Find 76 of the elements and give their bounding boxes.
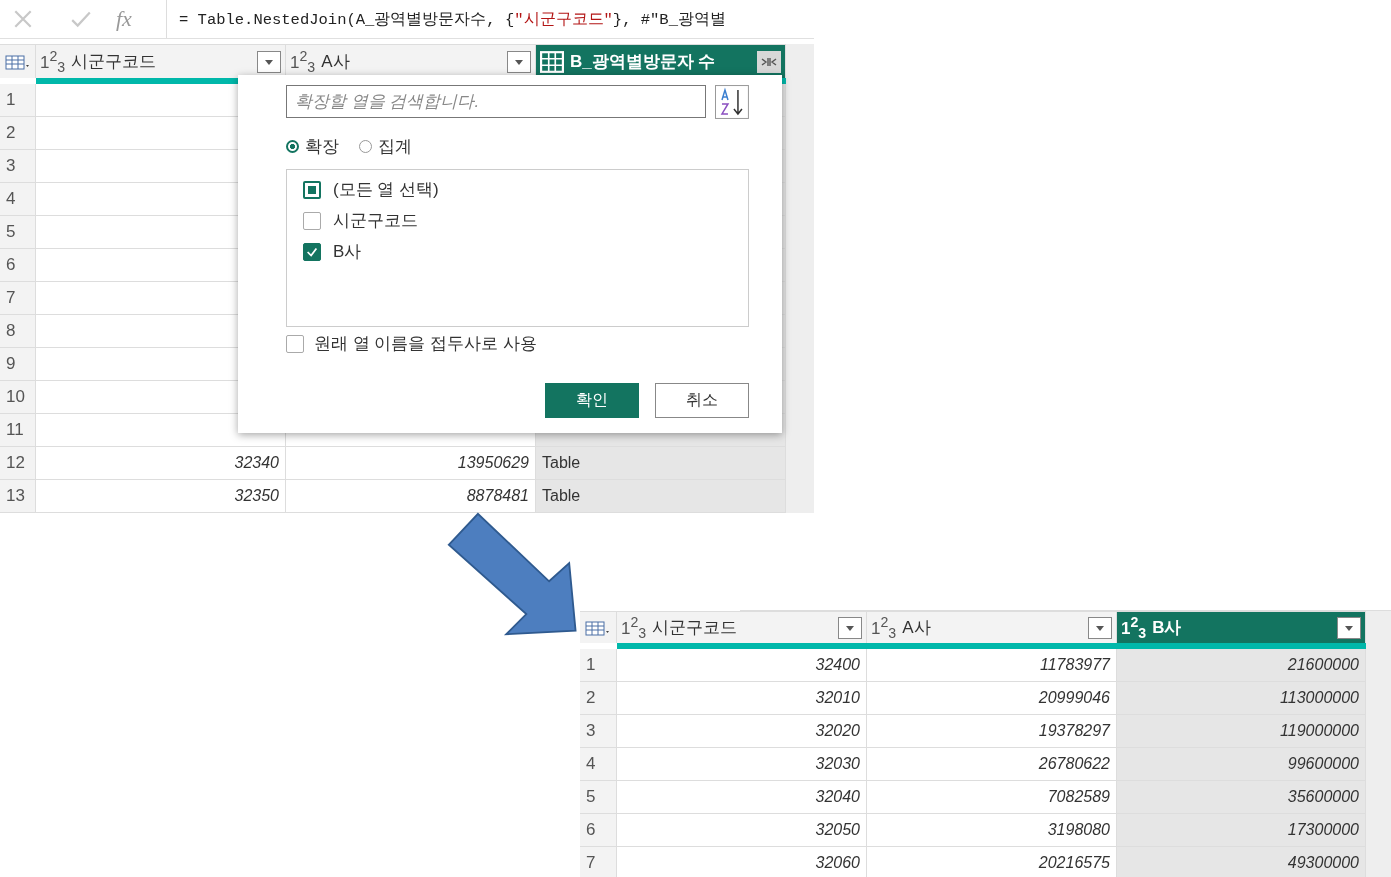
table-cell: 35600000 — [1117, 781, 1366, 814]
column-header[interactable]: 1$^{2}$$_{3}$ 시군구코드 — [617, 611, 867, 643]
dropdown-icon[interactable] — [507, 50, 531, 73]
sort-icon[interactable] — [715, 85, 749, 119]
column-name: B_광역별방문자 수 — [570, 51, 717, 73]
prefix-option-label[interactable]: 원래 열 이름을 접두사로 사용 — [314, 332, 537, 355]
column-header[interactable]: 1$^{2}$$_{3}$ B사 — [1117, 611, 1366, 643]
expand-icon[interactable] — [757, 50, 781, 73]
checkbox[interactable] — [303, 211, 321, 230]
table-cell: 119000000 — [1117, 715, 1366, 748]
table-cell: 32050 — [617, 814, 867, 847]
table-cell[interactable]: Table — [536, 447, 786, 480]
table-cell: 32020 — [617, 715, 867, 748]
column-option[interactable]: B사 — [333, 240, 362, 263]
table-cell: 113000000 — [1117, 682, 1366, 715]
dropdown-icon[interactable] — [257, 50, 281, 73]
table-cell: 32340 — [36, 447, 286, 480]
row-number: 12 — [0, 447, 36, 480]
column-name: B사 — [1152, 617, 1183, 639]
row-number: 4 — [580, 748, 617, 781]
ok-button[interactable]: 확인 — [545, 383, 639, 418]
checkbox[interactable] — [303, 180, 321, 199]
table-cell: 32030 — [617, 748, 867, 781]
row-number: 11 — [0, 414, 36, 447]
row-number: 1 — [580, 649, 617, 682]
checkbox[interactable] — [286, 334, 304, 353]
table-menu-button[interactable] — [580, 611, 617, 643]
table-cell: 32060 — [617, 847, 867, 877]
row-number: 3 — [580, 715, 617, 748]
row-number: 4 — [0, 183, 36, 216]
table-cell: 99600000 — [1117, 748, 1366, 781]
table-icon — [585, 618, 611, 637]
table-cell: 21600000 — [1117, 649, 1366, 682]
column-name: 시군구코드 — [71, 51, 158, 73]
table-icon — [540, 50, 564, 73]
row-number: 5 — [580, 781, 617, 814]
table-cell: 32010 — [617, 682, 867, 715]
table-icon — [4, 52, 31, 71]
row-number: 5 — [0, 216, 36, 249]
column-option[interactable]: (모든 열 선택) — [333, 178, 439, 201]
search-field[interactable]: 확장할 열을 검색합니다. — [286, 85, 707, 118]
row-number: 3 — [0, 150, 36, 183]
column-header[interactable]: 1$^{2}$$_{3}$ A사 — [867, 611, 1117, 643]
table-cell: 32040 — [617, 781, 867, 814]
table-cell: 17300000 — [1117, 814, 1366, 847]
formula-field[interactable]: = Table.NestedJoin(A_광역별방문자수, {"시군구코드"}, #"B_광역별 — [166, 0, 814, 38]
table-cell: 32400 — [617, 649, 867, 682]
column-name: A사 — [321, 51, 351, 73]
table-cell: 49300000 — [1117, 847, 1366, 877]
row-number: 1 — [0, 84, 36, 117]
row-number: 2 — [0, 117, 36, 150]
column-name: A사 — [902, 617, 932, 639]
row-number: 9 — [0, 348, 36, 381]
column-header[interactable]: 1$^{2}$$_{3}$ 시군구코드 — [36, 44, 286, 78]
row-number: 7 — [0, 282, 36, 315]
column-header[interactable]: 1$^{2}$$_{3}$ A사 — [286, 44, 536, 78]
radio-option[interactable]: 집계 — [359, 134, 412, 158]
table-cell: 32350 — [36, 480, 286, 513]
table-menu-button[interactable] — [0, 44, 36, 78]
cancel-button[interactable]: 취소 — [655, 383, 749, 418]
row-number: 6 — [580, 814, 617, 847]
column-header[interactable]: B_광역별방문자 수 — [536, 44, 786, 78]
checkbox[interactable] — [303, 242, 321, 261]
column-name: 시군구코드 — [652, 617, 739, 639]
dropdown-icon[interactable] — [838, 616, 862, 639]
dropdown-icon[interactable] — [1088, 616, 1112, 639]
row-number: 7 — [580, 847, 617, 877]
row-number: 13 — [0, 480, 36, 513]
radio-option[interactable]: 확장 — [286, 134, 339, 158]
column-option[interactable]: 시군구코드 — [333, 209, 418, 232]
table-cell[interactable]: Table — [536, 480, 786, 513]
row-number: 6 — [0, 249, 36, 282]
dropdown-icon[interactable] — [1337, 616, 1361, 639]
row-number: 8 — [0, 315, 36, 348]
row-number: 2 — [580, 682, 617, 715]
row-number: 10 — [0, 381, 36, 414]
